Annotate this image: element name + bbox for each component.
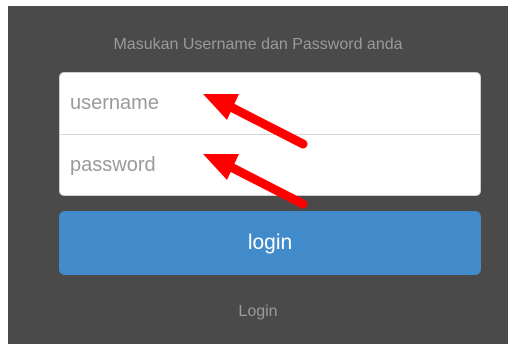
password-input[interactable] — [60, 135, 480, 195]
footer-login-label: Login — [238, 303, 278, 320]
username-field-wrapper — [60, 73, 480, 134]
username-input[interactable] — [60, 73, 480, 134]
login-button[interactable]: login — [59, 211, 481, 275]
login-panel: Masukan Username dan Password anda login… — [8, 6, 508, 344]
credentials-group — [59, 72, 481, 196]
password-field-wrapper — [60, 134, 480, 195]
login-instruction: Masukan Username dan Password anda — [113, 36, 403, 53]
